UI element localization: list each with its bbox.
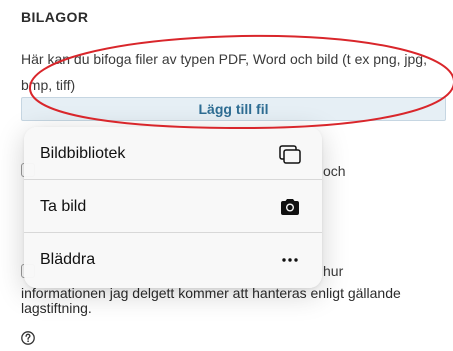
consent-text: informationen jag delgett kommer att han… <box>21 285 401 316</box>
checkbox-label-fragment: och <box>323 163 346 179</box>
camera-icon <box>281 199 299 215</box>
attachments-description: Här kan du bifoga filer av typen PDF, Wo… <box>21 51 427 93</box>
menu-item-browse[interactable]: Bläddra <box>24 233 322 286</box>
menu-item-photo-library[interactable]: Bildbibliotek <box>24 127 322 180</box>
page: BILAGOR Här kan du bifoga filer av typen… <box>0 0 453 351</box>
attachments-title: BILAGOR <box>21 9 89 25</box>
menu-item-take-photo[interactable]: Ta bild <box>24 180 322 233</box>
more-icon <box>282 258 298 262</box>
menu-item-label: Bläddra <box>40 251 96 268</box>
photo-library-icon <box>279 145 301 164</box>
attachment-source-menu: Bildbibliotek Ta bild Bläddra <box>24 127 322 288</box>
add-file-button[interactable]: Lägg till fil <box>21 97 446 121</box>
consent-label-fragment: hur <box>323 263 344 279</box>
menu-item-label: Bildbibliotek <box>40 145 126 162</box>
menu-item-label: Ta bild <box>40 198 87 215</box>
help-icon[interactable] <box>20 330 36 346</box>
